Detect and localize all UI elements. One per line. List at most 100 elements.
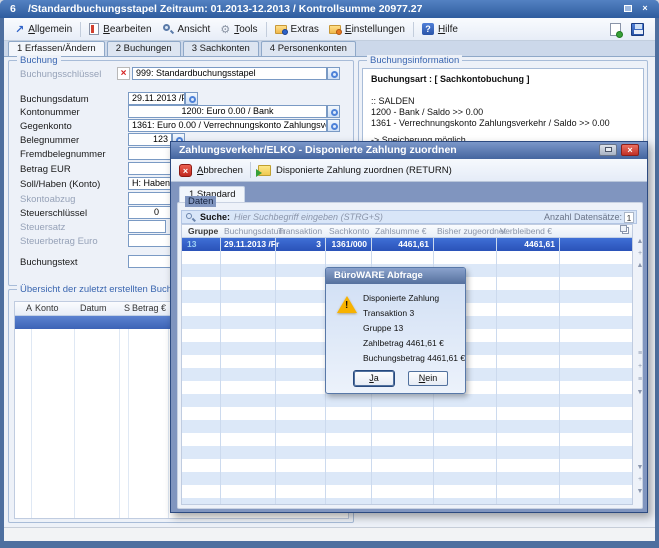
view-magnifier-icon bbox=[162, 23, 174, 35]
dialog-close-icon[interactable]: × bbox=[621, 144, 639, 156]
msgbox-line-4: Zahlbetrag 4461,61 € bbox=[363, 338, 444, 348]
field-label-buchungsschluessel: Buchungsschlüssel bbox=[20, 69, 101, 80]
col-bisher-zugeordnet[interactable]: Bisher zugeordnet bbox=[437, 226, 506, 236]
msgbox-line-1: Disponierte Zahlung bbox=[363, 293, 439, 303]
tab-sachkonten[interactable]: 3 Sachkonten bbox=[183, 41, 259, 56]
window-number: 6 bbox=[10, 3, 16, 15]
msgbox-titlebar: BüroWARE Abfrage bbox=[326, 268, 465, 284]
main-window: 6 /Standardbuchungsstapel Zeitraum: 01.2… bbox=[0, 0, 659, 548]
new-document-icon bbox=[610, 23, 621, 36]
col-gruppe[interactable]: Gruppe bbox=[188, 226, 218, 236]
menu-item-extras[interactable]: Extras bbox=[270, 22, 324, 37]
extras-folder-icon bbox=[275, 25, 287, 34]
menu-item-tools[interactable]: ⚙ Tools bbox=[215, 21, 262, 38]
col-s[interactable]: S bbox=[124, 303, 130, 313]
edit-page-icon bbox=[89, 23, 99, 35]
scroll-down-icon[interactable]: ▼ bbox=[635, 464, 645, 471]
assign-payment-button[interactable]: Disponierte Zahlung zuordnen (RETURN) bbox=[258, 165, 452, 176]
field-label-steuerschluessel: Steuerschlüssel bbox=[20, 208, 87, 219]
clear-icon[interactable]: × bbox=[117, 67, 130, 80]
kontonummer-dropdown-icon[interactable] bbox=[327, 105, 340, 118]
kontonummer-input[interactable]: 1200: Euro 0.00 / Bank bbox=[128, 105, 327, 118]
table-side-toolbar: ▲ + ▲ ≡ + ≡ ▼ ▼ + ▼ bbox=[635, 224, 645, 505]
menu-item-allgemein[interactable]: ↗ Allgemein bbox=[10, 21, 77, 38]
resize-icon[interactable]: ≡ bbox=[635, 350, 645, 357]
buchungsschluessel-dropdown-icon[interactable] bbox=[327, 67, 340, 80]
add-bottom-icon[interactable]: + bbox=[635, 476, 645, 483]
list-icon[interactable]: ≡ bbox=[635, 376, 645, 383]
belegnummer-input[interactable]: 123 bbox=[128, 133, 172, 146]
scroll-top-icon[interactable]: ▲ bbox=[635, 238, 645, 245]
col-datum[interactable]: Datum bbox=[80, 303, 107, 313]
new-document-button[interactable] bbox=[605, 21, 626, 38]
help-icon: ? bbox=[422, 23, 434, 35]
payment-row-selected[interactable]: 13 29.11.2013 /Fr 3 1361/000 4461,61 446… bbox=[182, 238, 632, 251]
add-icon[interactable]: + bbox=[635, 250, 645, 257]
scroll-up-icon[interactable]: ▲ bbox=[635, 262, 645, 269]
restore-icon[interactable] bbox=[621, 3, 635, 15]
col-betrag[interactable]: Betrag € bbox=[132, 303, 166, 313]
field-label-buchungstext: Buchungstext bbox=[20, 257, 78, 268]
scroll-bottom-icon[interactable]: ▼ bbox=[635, 488, 645, 495]
msgbox-line-3: Gruppe 13 bbox=[363, 323, 403, 333]
msgbox-line-5: Buchungsbetrag 4461,61 € bbox=[363, 353, 465, 363]
col-transaktion[interactable]: Transaktion bbox=[278, 226, 322, 236]
buchungsdatum-dropdown-icon[interactable] bbox=[185, 92, 198, 105]
msgbox-line-2: Transaktion 3 bbox=[363, 308, 414, 318]
col-sachkonto[interactable]: Sachkonto bbox=[329, 226, 369, 236]
search-row-icon[interactable]: + bbox=[635, 363, 645, 370]
column-settings-icon[interactable] bbox=[622, 227, 629, 234]
field-label-buchungsdatum: Buchungsdatum bbox=[20, 94, 89, 105]
tab-erfassen-aendern[interactable]: 1 Erfassen/Ändern bbox=[8, 41, 105, 56]
settings-folder-icon bbox=[329, 25, 341, 34]
col-zahlsumme[interactable]: Zahlsumme € bbox=[375, 226, 427, 236]
search-icon bbox=[185, 212, 196, 223]
gegenkonto-dropdown-icon[interactable] bbox=[327, 119, 340, 132]
payments-table-header: Gruppe Buchungsdatum Transaktion Sachkon… bbox=[182, 225, 632, 238]
dialog-toolbar: × Abbrechen Disponierte Zahlung zuordnen… bbox=[171, 159, 647, 182]
col-a[interactable]: A bbox=[26, 303, 32, 313]
field-label-skontoabzug: Skontoabzug bbox=[20, 194, 75, 205]
dialog-restore-icon[interactable] bbox=[599, 144, 617, 156]
buchungsschluessel-input[interactable]: 999: Standardbuchungsstapel bbox=[132, 67, 327, 80]
gear-icon: ⚙ bbox=[220, 23, 230, 36]
main-tab-bar: 1 Erfassen/Ändern 2 Buchungen 3 Sachkont… bbox=[4, 41, 655, 57]
no-button[interactable]: Nein bbox=[408, 371, 448, 386]
window-titlebar: 6 /Standardbuchungsstapel Zeitraum: 01.2… bbox=[0, 0, 659, 18]
filter-icon[interactable]: ▼ bbox=[635, 389, 645, 396]
col-konto[interactable]: Konto bbox=[35, 303, 59, 313]
steuersatz-input[interactable] bbox=[128, 220, 166, 233]
record-count-value: 1 bbox=[624, 212, 634, 223]
field-label-belegnummer: Belegnummer bbox=[20, 135, 79, 146]
col-verbleibend[interactable]: Verbleibend € bbox=[500, 226, 552, 236]
field-label-steuerbetrag: Steuerbetrag Euro bbox=[20, 236, 98, 247]
cancel-button[interactable]: × Abbrechen bbox=[179, 164, 243, 177]
gegenkonto-input[interactable]: 1361: Euro 0.00 / Verrechnungskonto Zahl… bbox=[128, 119, 327, 132]
buchungsinformation-group-label: Buchungsinformation bbox=[367, 55, 462, 66]
menu-separator bbox=[80, 22, 81, 37]
field-label-steuersatz: Steuersatz bbox=[20, 222, 65, 233]
search-bar[interactable]: Suche: Hier Suchbegriff eingeben (STRG+S… bbox=[181, 210, 637, 224]
saldo-1200-line: 1200 - Bank / Saldo >> 0.00 bbox=[371, 107, 483, 117]
close-icon[interactable]: × bbox=[638, 3, 652, 15]
salden-line: :: SALDEN bbox=[371, 96, 415, 106]
menu-item-bearbeiten[interactable]: Bearbeiten bbox=[84, 21, 156, 37]
menu-item-einstellungen[interactable]: Einstellungen bbox=[324, 22, 410, 37]
buchungsdatum-input[interactable]: 29.11.2013 /Fr bbox=[128, 92, 185, 105]
col-buchungsdatum[interactable]: Buchungsdatum bbox=[224, 226, 285, 236]
buchungsart-line: Buchungsart : [ Sachkontobuchung ] bbox=[371, 74, 530, 84]
yes-button[interactable]: Ja bbox=[354, 371, 394, 386]
bueroware-abfrage-msgbox: BüroWARE Abfrage ! Disponierte Zahlung T… bbox=[325, 267, 466, 394]
status-bar bbox=[4, 527, 655, 541]
tab-buchungen[interactable]: 2 Buchungen bbox=[107, 41, 181, 56]
field-label-soll-haben: Soll/Haben (Konto) bbox=[20, 179, 100, 190]
daten-group-label: Daten bbox=[185, 196, 216, 207]
assign-icon bbox=[258, 165, 271, 176]
field-label-kontonummer: Kontonummer bbox=[20, 107, 80, 118]
arrow-icon: ↗ bbox=[15, 23, 24, 36]
save-button[interactable] bbox=[626, 21, 649, 38]
search-placeholder: Hier Suchbegriff eingeben (STRG+S) bbox=[234, 212, 383, 222]
menu-item-hilfe[interactable]: ? Hilfe bbox=[417, 21, 463, 37]
menu-item-ansicht[interactable]: Ansicht bbox=[157, 21, 216, 37]
tab-personenkonten[interactable]: 4 Personenkonten bbox=[261, 41, 356, 56]
